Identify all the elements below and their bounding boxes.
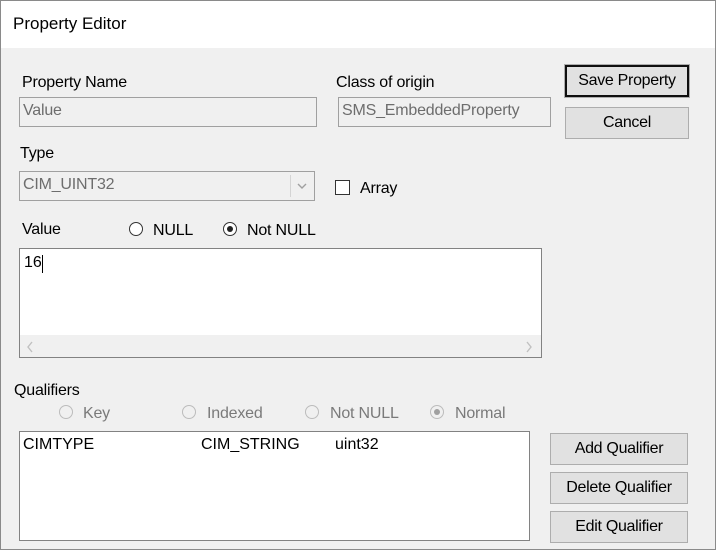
type-value: CIM_UINT32 — [23, 176, 115, 193]
property-name-label: Property Name — [22, 74, 127, 91]
normal-radio[interactable] — [430, 405, 444, 419]
value-text: 16 — [24, 254, 42, 271]
null-radio-label: NULL — [153, 222, 194, 239]
chevron-down-icon — [290, 175, 312, 197]
table-row[interactable]: CIMTYPE CIM_STRING uint32 — [20, 432, 529, 456]
title-bar[interactable]: Property Editor — [1, 1, 715, 48]
normal-radio-label: Normal — [455, 405, 506, 422]
add-qualifier-button[interactable]: Add Qualifier — [550, 433, 688, 465]
not-null-radio-label: Not NULL — [247, 222, 316, 239]
class-of-origin-field: SMS_EmbeddedProperty — [338, 97, 551, 127]
chevron-left-icon[interactable] — [26, 340, 34, 358]
qualifiers-label: Qualifiers — [14, 382, 80, 399]
radio-selected-dot — [434, 409, 440, 415]
qualifiers-list[interactable]: CIMTYPE CIM_STRING uint32 — [19, 431, 530, 541]
key-radio-label: Key — [83, 405, 110, 422]
array-label: Array — [360, 180, 398, 197]
qualifier-not-null-label: Not NULL — [330, 405, 399, 422]
not-null-radio[interactable] — [223, 222, 237, 236]
type-combobox: CIM_UINT32 — [19, 171, 315, 201]
qualifier-not-null-radio[interactable] — [305, 405, 319, 419]
qualifier-value-cell: uint32 — [335, 436, 379, 453]
qualifier-type-cell: CIM_STRING — [201, 436, 300, 453]
save-property-button[interactable]: Save Property — [564, 64, 690, 98]
type-label: Type — [20, 145, 54, 162]
value-label: Value — [22, 221, 61, 238]
chevron-right-icon[interactable] — [525, 340, 533, 358]
text-cursor — [42, 255, 43, 273]
null-radio[interactable] — [129, 222, 143, 236]
delete-qualifier-button[interactable]: Delete Qualifier — [550, 472, 688, 504]
property-name-field: Value — [19, 97, 317, 127]
indexed-radio-label: Indexed — [207, 405, 263, 422]
key-radio[interactable] — [59, 405, 73, 419]
indexed-radio[interactable] — [182, 405, 196, 419]
edit-qualifier-button[interactable]: Edit Qualifier — [550, 511, 688, 543]
property-editor-window: Property Editor Property Name Value Clas… — [0, 0, 716, 550]
array-checkbox[interactable] — [335, 180, 350, 195]
cancel-button[interactable]: Cancel — [565, 107, 689, 139]
window-title: Property Editor — [13, 14, 127, 33]
value-textarea[interactable]: 16 — [19, 248, 542, 358]
radio-selected-dot — [227, 226, 233, 232]
qualifier-name-cell: CIMTYPE — [23, 436, 95, 453]
class-of-origin-label: Class of origin — [336, 74, 435, 91]
horizontal-scrollbar[interactable] — [20, 335, 541, 357]
